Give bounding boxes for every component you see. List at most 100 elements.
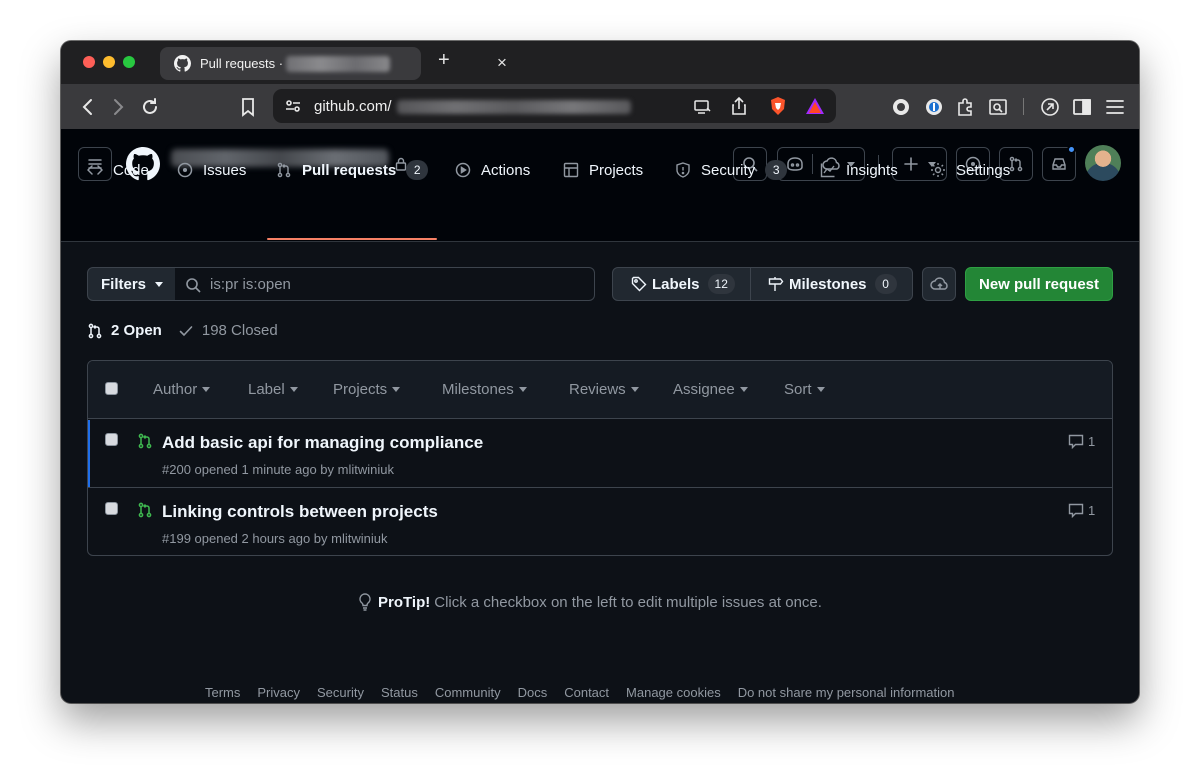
list-item[interactable]: Linking controls between projects #199 o… [88,489,1112,555]
pull-request-title-link[interactable]: Add basic api for managing compliance [162,433,483,453]
select-all-checkbox[interactable] [105,382,118,395]
footer-link-manage-cookies[interactable]: Manage cookies [626,685,721,700]
address-bar[interactable]: github.com/ [273,89,836,123]
tab-security[interactable]: Security 3 [675,159,788,181]
comment-count: 1 [1088,502,1096,518]
state-toggle: 2 Open 198 Closed [87,322,294,339]
close-tab-icon[interactable]: × [497,53,507,73]
footer-links: Terms Privacy Security Status Community … [205,685,971,700]
tab-issues[interactable]: Issues [177,159,246,181]
pull-request-icon [277,162,291,178]
tab-pull-requests[interactable]: Pull requests 2 [276,159,429,181]
list-item[interactable]: Add basic api for managing compliance #2… [88,420,1112,488]
milestones-label: Milestones [789,275,867,293]
milestone-icon [768,277,784,291]
code-icon [87,165,103,175]
forward-icon[interactable] [107,96,129,118]
plus-icon [904,157,918,171]
row-checkbox[interactable] [105,433,118,446]
pull-request-meta: #199 opened 2 hours ago by mlitwiniuk [162,531,388,546]
leo-ai-icon[interactable] [1039,96,1061,118]
check-icon [179,325,193,336]
redacted-repo-name [286,56,390,72]
tag-icon [631,276,647,292]
comment-count: 1 [1088,433,1096,449]
filter-projects[interactable]: Projects [333,381,401,398]
graph-icon [820,163,835,178]
tab-code[interactable]: Code [87,159,149,181]
footer-link-status[interactable]: Status [381,685,418,700]
labels-counter: 12 [707,274,735,294]
zoom-window-button[interactable] [123,56,135,68]
brave-rewards-icon[interactable] [805,97,825,115]
brave-shields-icon[interactable] [769,96,787,116]
footer-link-privacy[interactable]: Privacy [257,685,300,700]
tab-actions[interactable]: Actions [455,159,530,181]
back-icon[interactable] [77,96,99,118]
tab-insights[interactable]: Insights [820,159,898,181]
open-pull-request-icon [138,502,152,518]
footer-link-docs[interactable]: Docs [518,685,548,700]
footer-link-community[interactable]: Community [435,685,501,700]
play-icon [455,162,471,178]
comments-link[interactable]: 1 [1068,502,1095,518]
redacted-url-path [397,100,631,114]
menu-icon[interactable] [1104,96,1126,118]
milestones-button[interactable]: Milestones 0 [750,267,913,301]
filter-sort[interactable]: Sort [784,381,825,398]
filter-label-dropdown[interactable]: Label [248,381,298,398]
tab-projects[interactable]: Projects [563,159,643,181]
tab-pull-requests-label: Pull requests [302,161,397,179]
filters-button[interactable]: Filters [87,267,176,301]
caret-down-icon [289,387,298,392]
minimize-window-button[interactable] [103,56,115,68]
tab-settings[interactable]: Settings [930,159,1010,181]
tab-code-label: Code [113,161,149,179]
protip-text: Click a checkbox on the left to edit mul… [434,593,822,611]
copilot-icon [787,157,803,171]
open-state-link[interactable]: 2 Open [87,322,162,339]
filter-assignee[interactable]: Assignee [673,381,748,398]
open-count: 2 Open [111,322,162,339]
footer-link-security[interactable]: Security [317,685,364,700]
filter-author[interactable]: Author [153,381,211,398]
notification-dot [1067,145,1076,154]
milestones-counter: 0 [874,274,897,294]
extension-icon[interactable] [890,96,912,118]
bookmark-icon[interactable] [237,96,259,118]
search-input[interactable]: is:pr is:open [175,267,595,301]
pull-request-title-link[interactable]: Linking controls between projects [162,502,438,522]
tab-bar: Pull requests · × + [61,41,1139,84]
cloud-sync-button[interactable] [922,267,956,301]
caret-down-icon [630,387,639,392]
list-header: Author Label Projects Milestones Reviews… [88,361,1112,419]
sidebar-toggle-icon[interactable] [1071,96,1093,118]
site-settings-icon[interactable] [285,99,301,113]
comments-link[interactable]: 1 [1068,433,1095,449]
light-bulb-icon [359,593,371,611]
cast-icon[interactable] [693,97,711,115]
reload-icon[interactable] [139,96,161,118]
tab-projects-label: Projects [589,161,644,179]
footer-link-contact[interactable]: Contact [564,685,609,700]
tab-issues-label: Issues [203,161,247,179]
password-manager-icon[interactable] [923,96,945,118]
filter-label: Projects [333,381,388,398]
footer-link-terms[interactable]: Terms [205,685,240,700]
row-checkbox[interactable] [105,502,118,515]
share-icon[interactable] [730,96,748,116]
close-window-button[interactable] [83,56,95,68]
filter-reviews[interactable]: Reviews [569,381,639,398]
caret-down-icon [518,387,527,392]
avatar[interactable] [1085,145,1121,181]
new-pull-request-button[interactable]: New pull request [965,267,1113,301]
footer-link-do-not-share[interactable]: Do not share my personal information [738,685,955,700]
filter-milestones[interactable]: Milestones [442,381,527,398]
reader-mode-icon[interactable] [987,96,1009,118]
closed-state-link[interactable]: 198 Closed [178,322,278,339]
browser-tab[interactable]: Pull requests · × [160,47,507,80]
labels-button[interactable]: Labels 12 [612,267,751,301]
gear-icon [931,163,945,177]
new-tab-button[interactable]: + [438,49,450,72]
extensions-puzzle-icon[interactable] [955,96,977,118]
